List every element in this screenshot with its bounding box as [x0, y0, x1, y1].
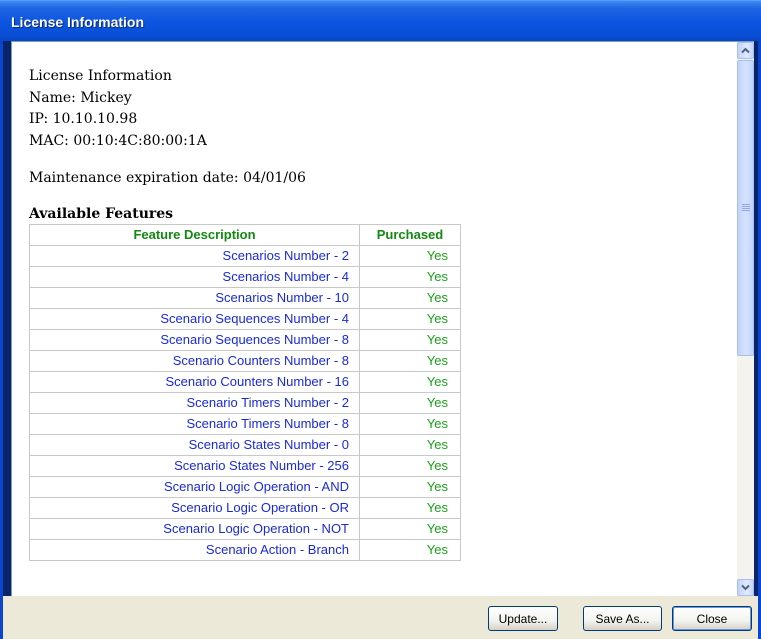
feature-purchased: Yes	[359, 286, 461, 309]
thumb-grip	[742, 208, 750, 209]
table-row: Scenarios Number - 4 Yes	[29, 265, 461, 288]
close-button[interactable]: Close	[672, 606, 752, 631]
scroll-down-button[interactable]	[737, 579, 754, 596]
table-row: Scenario States Number - 0 Yes	[29, 433, 461, 456]
feature-description: Scenario Counters Number - 16	[29, 370, 360, 393]
table-row: Scenario Logic Operation - AND Yes	[29, 475, 461, 498]
scroll-up-button[interactable]	[737, 42, 754, 59]
license-document: License Information Name: Mickey IP: 10.…	[29, 66, 729, 561]
chevron-down-icon	[741, 584, 750, 591]
thumb-grip	[742, 206, 750, 207]
feature-purchased: Yes	[359, 454, 461, 477]
license-name: Name: Mickey	[29, 89, 132, 106]
window-frame-left	[0, 41, 3, 639]
feature-purchased: Yes	[359, 475, 461, 498]
feature-purchased: Yes	[359, 538, 461, 561]
feature-description: Scenario Logic Operation - NOT	[29, 517, 360, 540]
features-table: Feature Description Purchased Scenarios …	[29, 223, 461, 561]
feature-purchased: Yes	[359, 265, 461, 288]
license-window: License Information License Information …	[0, 0, 761, 639]
table-row: Scenario Action - Branch Yes	[29, 538, 461, 561]
feature-purchased: Yes	[359, 496, 461, 519]
license-mac: MAC: 00:10:4C:80:00:1A	[29, 132, 207, 149]
window-title: License Information	[11, 14, 145, 30]
thumb-grip	[742, 210, 750, 211]
column-header-purchased: Purchased	[359, 223, 461, 246]
maintenance-expiration: Maintenance expiration date: 04/01/06	[29, 170, 306, 186]
feature-purchased: Yes	[359, 370, 461, 393]
feature-description: Scenario Timers Number - 8	[29, 412, 360, 435]
title-bar[interactable]: License Information	[0, 0, 761, 41]
features-header-row: Feature Description Purchased	[29, 223, 461, 246]
feature-purchased: Yes	[359, 517, 461, 540]
table-row: Scenario Counters Number - 8 Yes	[29, 349, 461, 372]
feature-purchased: Yes	[359, 412, 461, 435]
feature-description: Scenarios Number - 2	[29, 244, 360, 267]
feature-description: Scenario States Number - 256	[29, 454, 360, 477]
table-row: Scenario Sequences Number - 4 Yes	[29, 307, 461, 330]
license-heading: License Information	[29, 68, 172, 84]
feature-description: Scenario Action - Branch	[29, 538, 360, 561]
thumb-grip	[742, 204, 750, 205]
feature-description: Scenario Sequences Number - 8	[29, 328, 360, 351]
feature-description: Scenarios Number - 4	[29, 265, 360, 288]
feature-purchased: Yes	[359, 244, 461, 267]
chevron-up-icon	[741, 47, 750, 54]
feature-description: Scenario Logic Operation - AND	[29, 475, 360, 498]
license-ip: IP: 10.10.10.98	[29, 111, 138, 127]
table-row: Scenario Sequences Number - 8 Yes	[29, 328, 461, 351]
column-header-description: Feature Description	[29, 223, 360, 246]
feature-description: Scenario States Number - 0	[29, 433, 360, 456]
vertical-scrollbar[interactable]	[737, 42, 754, 596]
feature-description: Scenario Sequences Number - 4	[29, 307, 360, 330]
save-as-button[interactable]: Save As...	[583, 606, 662, 631]
scrollbar-thumb[interactable]	[737, 60, 754, 356]
feature-description: Scenario Logic Operation - OR	[29, 496, 360, 519]
feature-purchased: Yes	[359, 349, 461, 372]
license-content-pane[interactable]: License Information Name: Mickey IP: 10.…	[11, 41, 754, 596]
table-row: Scenarios Number - 2 Yes	[29, 244, 461, 267]
table-row: Scenarios Number - 10 Yes	[29, 286, 461, 309]
feature-description: Scenarios Number - 10	[29, 286, 360, 309]
button-bar: Update... Save As... Close	[3, 596, 758, 639]
feature-purchased: Yes	[359, 328, 461, 351]
table-row: Scenario Timers Number - 8 Yes	[29, 412, 461, 435]
feature-description: Scenario Timers Number - 2	[29, 391, 360, 414]
feature-purchased: Yes	[359, 307, 461, 330]
update-button[interactable]: Update...	[488, 606, 558, 631]
table-row: Scenario Counters Number - 16 Yes	[29, 370, 461, 393]
table-row: Scenario Logic Operation - NOT Yes	[29, 517, 461, 540]
table-row: Scenario States Number - 256 Yes	[29, 454, 461, 477]
table-row: Scenario Timers Number - 2 Yes	[29, 391, 461, 414]
feature-purchased: Yes	[359, 391, 461, 414]
feature-description: Scenario Counters Number - 8	[29, 349, 360, 372]
features-heading: Available Features	[29, 205, 174, 222]
table-row: Scenario Logic Operation - OR Yes	[29, 496, 461, 519]
feature-purchased: Yes	[359, 433, 461, 456]
